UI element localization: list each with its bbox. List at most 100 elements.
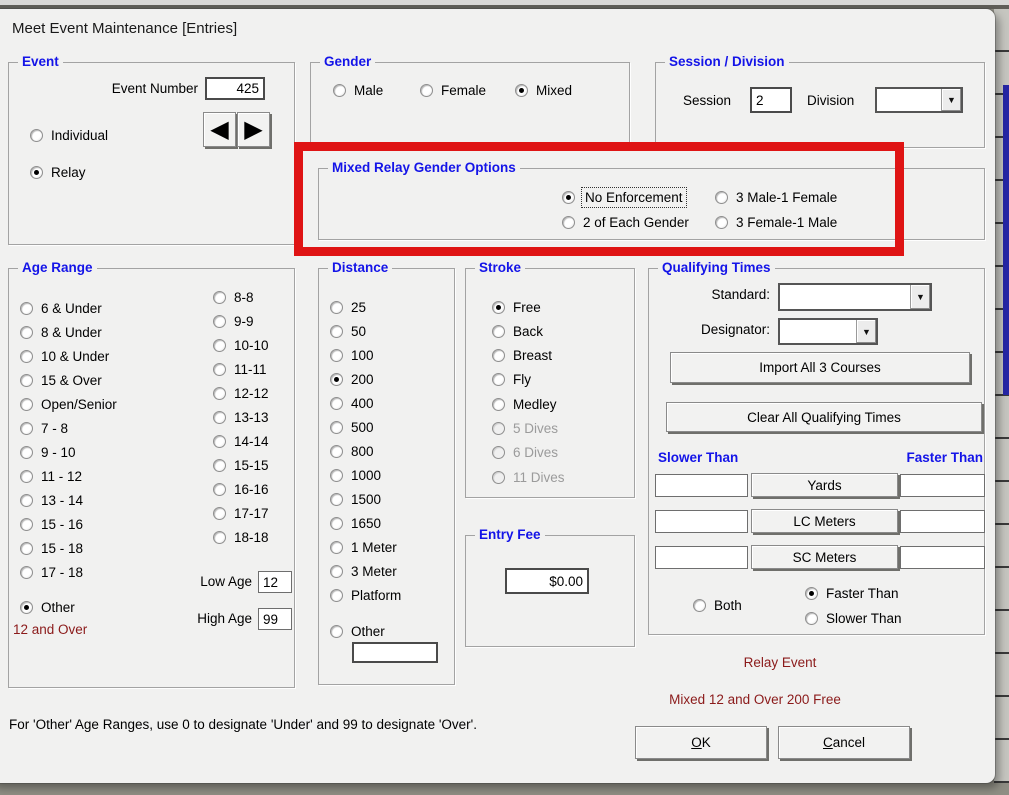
radio-age-other[interactable]: Other bbox=[20, 599, 75, 616]
radio-age-7-8[interactable]: 7 - 8 bbox=[20, 420, 68, 437]
lc-meters-slower-input[interactable] bbox=[655, 510, 748, 533]
chevron-down-icon[interactable]: ▼ bbox=[941, 89, 961, 111]
yards-faster-input[interactable] bbox=[900, 474, 985, 497]
radio-icon bbox=[562, 191, 575, 204]
radio-age-13-13[interactable]: 13-13 bbox=[213, 409, 269, 426]
radio-label: No Enforcement bbox=[583, 189, 685, 206]
radio-icon bbox=[30, 129, 43, 142]
radio-icon bbox=[515, 84, 528, 97]
radio-stroke-back[interactable]: Back bbox=[492, 323, 543, 340]
radio-age-9-10[interactable]: 9 - 10 bbox=[20, 444, 76, 461]
radio-age-11-11[interactable]: 11-11 bbox=[213, 361, 267, 378]
radio-3-male-1-female[interactable]: 3 Male-1 Female bbox=[715, 189, 837, 206]
radio-distance-25[interactable]: 25 bbox=[330, 299, 366, 316]
previous-event-button[interactable]: ◀ bbox=[203, 112, 236, 147]
sc-meters-button[interactable]: SC Meters bbox=[751, 545, 898, 569]
sc-meters-slower-input[interactable] bbox=[655, 546, 748, 569]
radio-stroke-fly[interactable]: Fly bbox=[492, 371, 531, 388]
event-group-label: Event bbox=[18, 54, 63, 69]
radio-distance-800[interactable]: 800 bbox=[330, 443, 374, 460]
radio-age-17-18[interactable]: 17 - 18 bbox=[20, 564, 83, 581]
radio-age-10-10[interactable]: 10-10 bbox=[213, 337, 269, 354]
radio-gender-female[interactable]: Female bbox=[420, 82, 486, 99]
radio-stroke-free[interactable]: Free bbox=[492, 299, 541, 316]
radio-icon bbox=[492, 301, 505, 314]
low-age-input[interactable] bbox=[258, 571, 292, 593]
radio-age-14-14[interactable]: 14-14 bbox=[213, 433, 269, 450]
radio-slower-than[interactable]: Slower Than bbox=[805, 610, 902, 627]
yards-button[interactable]: Yards bbox=[751, 473, 898, 497]
radio-age-11-12[interactable]: 11 - 12 bbox=[20, 468, 82, 485]
entry-fee-input[interactable] bbox=[505, 568, 589, 594]
standard-dropdown[interactable]: ▼ bbox=[778, 283, 932, 311]
radio-distance-1-meter[interactable]: 1 Meter bbox=[330, 539, 397, 556]
clear-all-qualifying-times-button[interactable]: Clear All Qualifying Times bbox=[666, 402, 982, 432]
chevron-down-icon[interactable]: ▼ bbox=[910, 285, 930, 309]
radio-stroke-medley[interactable]: Medley bbox=[492, 396, 557, 413]
radio-distance-1000[interactable]: 1000 bbox=[330, 467, 381, 484]
radio-age-15-18[interactable]: 15 - 18 bbox=[20, 540, 83, 557]
radio-distance-500[interactable]: 500 bbox=[330, 419, 374, 436]
mixed-relay-group-label: Mixed Relay Gender Options bbox=[328, 160, 520, 175]
radio-individual[interactable]: Individual bbox=[30, 127, 108, 144]
radio-relay[interactable]: Relay bbox=[30, 164, 86, 181]
right-arrow-icon: ▶ bbox=[244, 118, 262, 142]
distance-other-input[interactable] bbox=[352, 642, 438, 663]
session-input[interactable] bbox=[750, 87, 792, 113]
yards-slower-input[interactable] bbox=[655, 474, 748, 497]
radio-icon bbox=[20, 601, 33, 614]
radio-distance-200[interactable]: 200 bbox=[330, 371, 374, 388]
next-event-button[interactable]: ▶ bbox=[237, 112, 270, 147]
radio-distance-1500[interactable]: 1500 bbox=[330, 491, 381, 508]
cancel-button[interactable]: Cancel bbox=[778, 726, 910, 759]
import-all-courses-button[interactable]: Import All 3 Courses bbox=[670, 352, 970, 383]
radio-age-17-17[interactable]: 17-17 bbox=[213, 505, 269, 522]
radio-no-enforcement[interactable]: No Enforcement bbox=[562, 189, 685, 206]
radio-distance-platform[interactable]: Platform bbox=[330, 587, 401, 604]
radio-age-15-16[interactable]: 15 - 16 bbox=[20, 516, 83, 533]
radio-age-16-16[interactable]: 16-16 bbox=[213, 481, 269, 498]
radio-icon bbox=[20, 398, 33, 411]
radio-age-18-18[interactable]: 18-18 bbox=[213, 529, 269, 546]
radio-faster-than[interactable]: Faster Than bbox=[805, 585, 899, 602]
event-number-input[interactable] bbox=[205, 77, 265, 100]
radio-age-open-senior[interactable]: Open/Senior bbox=[20, 396, 117, 413]
radio-distance-400[interactable]: 400 bbox=[330, 395, 374, 412]
cancel-button-label: Cancel bbox=[823, 735, 865, 750]
faster-than-header: Faster Than bbox=[880, 450, 983, 465]
radio-both[interactable]: Both bbox=[693, 597, 742, 614]
radio-gender-mixed[interactable]: Mixed bbox=[515, 82, 572, 99]
radio-icon bbox=[330, 565, 343, 578]
radio-3-female-1-male[interactable]: 3 Female-1 Male bbox=[715, 214, 837, 231]
radio-age-15-and-over[interactable]: 15 & Over bbox=[20, 372, 102, 389]
radio-distance-100[interactable]: 100 bbox=[330, 347, 374, 364]
radio-age-8-and-under[interactable]: 8 & Under bbox=[20, 324, 102, 341]
radio-stroke-breast[interactable]: Breast bbox=[492, 347, 552, 364]
radio-icon bbox=[213, 291, 226, 304]
radio-2-of-each-gender[interactable]: 2 of Each Gender bbox=[562, 214, 689, 231]
radio-distance-other[interactable]: Other bbox=[330, 623, 385, 640]
designator-label: Designator: bbox=[660, 322, 770, 337]
radio-distance-50[interactable]: 50 bbox=[330, 323, 366, 340]
radio-age-9-9[interactable]: 9-9 bbox=[213, 313, 254, 330]
high-age-input[interactable] bbox=[258, 608, 292, 630]
radio-age-10-and-under[interactable]: 10 & Under bbox=[20, 348, 109, 365]
radio-gender-male[interactable]: Male bbox=[333, 82, 383, 99]
designator-dropdown[interactable]: ▼ bbox=[778, 318, 878, 345]
lc-meters-faster-input[interactable] bbox=[900, 510, 985, 533]
sc-meters-faster-input[interactable] bbox=[900, 546, 985, 569]
radio-distance-1650[interactable]: 1650 bbox=[330, 515, 381, 532]
radio-age-6-and-under[interactable]: 6 & Under bbox=[20, 300, 102, 317]
division-dropdown[interactable]: ▼ bbox=[875, 87, 963, 113]
radio-distance-3-meter[interactable]: 3 Meter bbox=[330, 563, 397, 580]
event-number-label: Event Number bbox=[90, 81, 198, 96]
slower-than-header: Slower Than bbox=[658, 450, 738, 465]
lc-meters-button[interactable]: LC Meters bbox=[751, 509, 898, 533]
radio-age-8-8[interactable]: 8-8 bbox=[213, 289, 254, 306]
radio-age-15-15[interactable]: 15-15 bbox=[213, 457, 269, 474]
ok-button[interactable]: OK bbox=[635, 726, 767, 759]
radio-age-12-12[interactable]: 12-12 bbox=[213, 385, 269, 402]
radio-age-13-14[interactable]: 13 - 14 bbox=[20, 492, 83, 509]
radio-icon bbox=[492, 325, 505, 338]
chevron-down-icon[interactable]: ▼ bbox=[856, 320, 876, 343]
